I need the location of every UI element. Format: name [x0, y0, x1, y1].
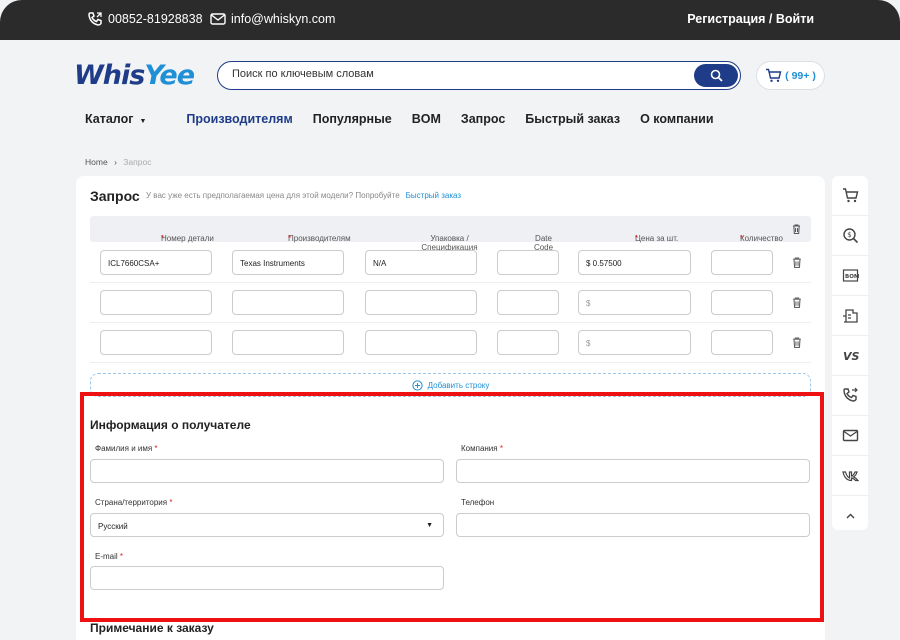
email-address: info@whiskyn.com: [231, 12, 336, 26]
side-vk-button[interactable]: [832, 456, 868, 496]
required-mark: *: [740, 234, 744, 243]
logo-part-1: Whis: [74, 60, 145, 91]
price-search-icon: $: [842, 228, 858, 244]
date-code-input[interactable]: [497, 290, 559, 315]
side-bom-button[interactable]: BOM: [832, 256, 868, 296]
side-cart-button[interactable]: [832, 176, 868, 216]
price-input[interactable]: $: [578, 330, 691, 355]
part-number-input[interactable]: [100, 290, 212, 315]
search-button[interactable]: [694, 64, 738, 87]
side-compare-button[interactable]: VS: [832, 336, 868, 376]
chevron-right-icon: ›: [114, 157, 117, 167]
manufacturer-input[interactable]: [232, 290, 344, 315]
svg-text:BOM: BOM: [845, 274, 859, 280]
manufacturer-input[interactable]: [232, 330, 344, 355]
cart-button[interactable]: ( 99+ ): [756, 61, 825, 90]
mail-icon: [842, 429, 858, 442]
chevron-up-icon: [846, 513, 854, 518]
factory-icon: [842, 309, 858, 323]
col-mfr-label: Производителям: [288, 234, 351, 243]
cart-count: ( 99+ ): [785, 69, 816, 82]
breadcrumb: Home › Запрос: [85, 157, 151, 167]
cart-icon: [766, 68, 782, 82]
plus-circle-icon: [412, 379, 423, 391]
search-input[interactable]: [232, 68, 672, 80]
table-row: ICL7660CSA+ Texas Instruments N/A $ 0.57…: [90, 243, 811, 283]
add-row-label: Добавить строку: [427, 380, 490, 390]
price-input[interactable]: $: [578, 290, 691, 315]
part-number-input[interactable]: ICL7660CSA+: [100, 250, 212, 275]
date-code-input[interactable]: [497, 330, 559, 355]
quantity-input[interactable]: [711, 250, 773, 275]
col-price-label: Цена за шт.: [635, 234, 679, 243]
quick-order-link[interactable]: Быстрый заказ: [406, 191, 461, 200]
hint-text: У вас уже есть предполагаемая цена для э…: [146, 191, 400, 200]
manufacturer-input[interactable]: Texas Instruments: [232, 250, 344, 275]
order-note-title: Примечание к заказу: [90, 621, 214, 635]
table-header: Номер детали * Производителям * Упаковка…: [90, 216, 811, 252]
table-row: $: [90, 283, 811, 323]
request-hint: У вас уже есть предполагаемая цена для э…: [146, 191, 461, 200]
trash-icon[interactable]: [792, 337, 802, 348]
main-nav: Каталог ▼ Производителям Популярные BOM З…: [85, 112, 734, 126]
email-contact[interactable]: info@whiskyn.com: [210, 12, 335, 26]
side-factory-button[interactable]: [832, 296, 868, 336]
part-number-input[interactable]: [100, 330, 212, 355]
side-toolbar: $ BOM VS: [832, 176, 868, 530]
trash-icon[interactable]: [792, 257, 802, 268]
svg-text:VS: VS: [843, 350, 859, 363]
price-input[interactable]: $ 0.57500: [578, 250, 691, 275]
quantity-input[interactable]: [711, 290, 773, 315]
date-code-input[interactable]: [497, 250, 559, 275]
trash-icon: [793, 224, 800, 234]
nav-bom[interactable]: BOM: [412, 112, 441, 126]
nav-catalog[interactable]: Каталог ▼: [85, 112, 166, 126]
cart-icon: [842, 188, 858, 203]
page: 00852-81928838 info@whiskyn.com Регистра…: [0, 0, 900, 640]
nav-manufacturers[interactable]: Производителям: [186, 112, 292, 126]
package-input[interactable]: N/A: [365, 250, 477, 275]
svg-text:$: $: [847, 231, 851, 239]
page-title: Запрос: [90, 188, 140, 204]
trash-icon[interactable]: [792, 297, 802, 308]
scroll-top-button[interactable]: [832, 496, 868, 536]
breadcrumb-home[interactable]: Home: [85, 157, 108, 167]
table-row: $: [90, 323, 811, 363]
quantity-input[interactable]: [711, 330, 773, 355]
required-mark: *: [635, 234, 639, 243]
nav-request[interactable]: Запрос: [461, 112, 505, 126]
phone-forward-icon: [842, 387, 858, 402]
nav-quick-order[interactable]: Быстрый заказ: [525, 112, 620, 126]
mail-icon: [210, 13, 226, 25]
phone-contact[interactable]: 00852-81928838: [87, 12, 203, 26]
col-part-label: Номер детали: [161, 234, 214, 243]
side-mail-button[interactable]: [832, 416, 868, 456]
breadcrumb-current: Запрос: [123, 157, 152, 167]
nav-about[interactable]: О компании: [640, 112, 713, 126]
bom-icon: BOM: [842, 269, 859, 282]
required-mark: *: [161, 234, 165, 243]
side-price-search-button[interactable]: $: [832, 216, 868, 256]
caret-down-icon: ▼: [139, 118, 147, 125]
side-callback-button[interactable]: [832, 376, 868, 416]
search-bar: [217, 61, 741, 90]
package-input[interactable]: [365, 290, 477, 315]
vk-icon: [841, 471, 859, 482]
nav-popular[interactable]: Популярные: [313, 112, 392, 126]
col-qty-label: Количество: [740, 234, 783, 243]
logo[interactable]: WhisYee: [74, 60, 195, 91]
logo-part-2: Yee: [144, 60, 195, 91]
search-icon: [710, 69, 723, 82]
top-bar: 00852-81928838 info@whiskyn.com Регистра…: [0, 0, 900, 40]
nav-catalog-label: Каталог: [85, 112, 134, 126]
vs-icon: VS: [843, 350, 859, 363]
highlight-box: [80, 392, 824, 622]
package-input[interactable]: [365, 330, 477, 355]
required-mark: *: [288, 234, 292, 243]
phone-number: 00852-81928838: [108, 12, 203, 26]
auth-link[interactable]: Регистрация / Войти: [687, 12, 814, 26]
phone-icon: [88, 12, 102, 26]
